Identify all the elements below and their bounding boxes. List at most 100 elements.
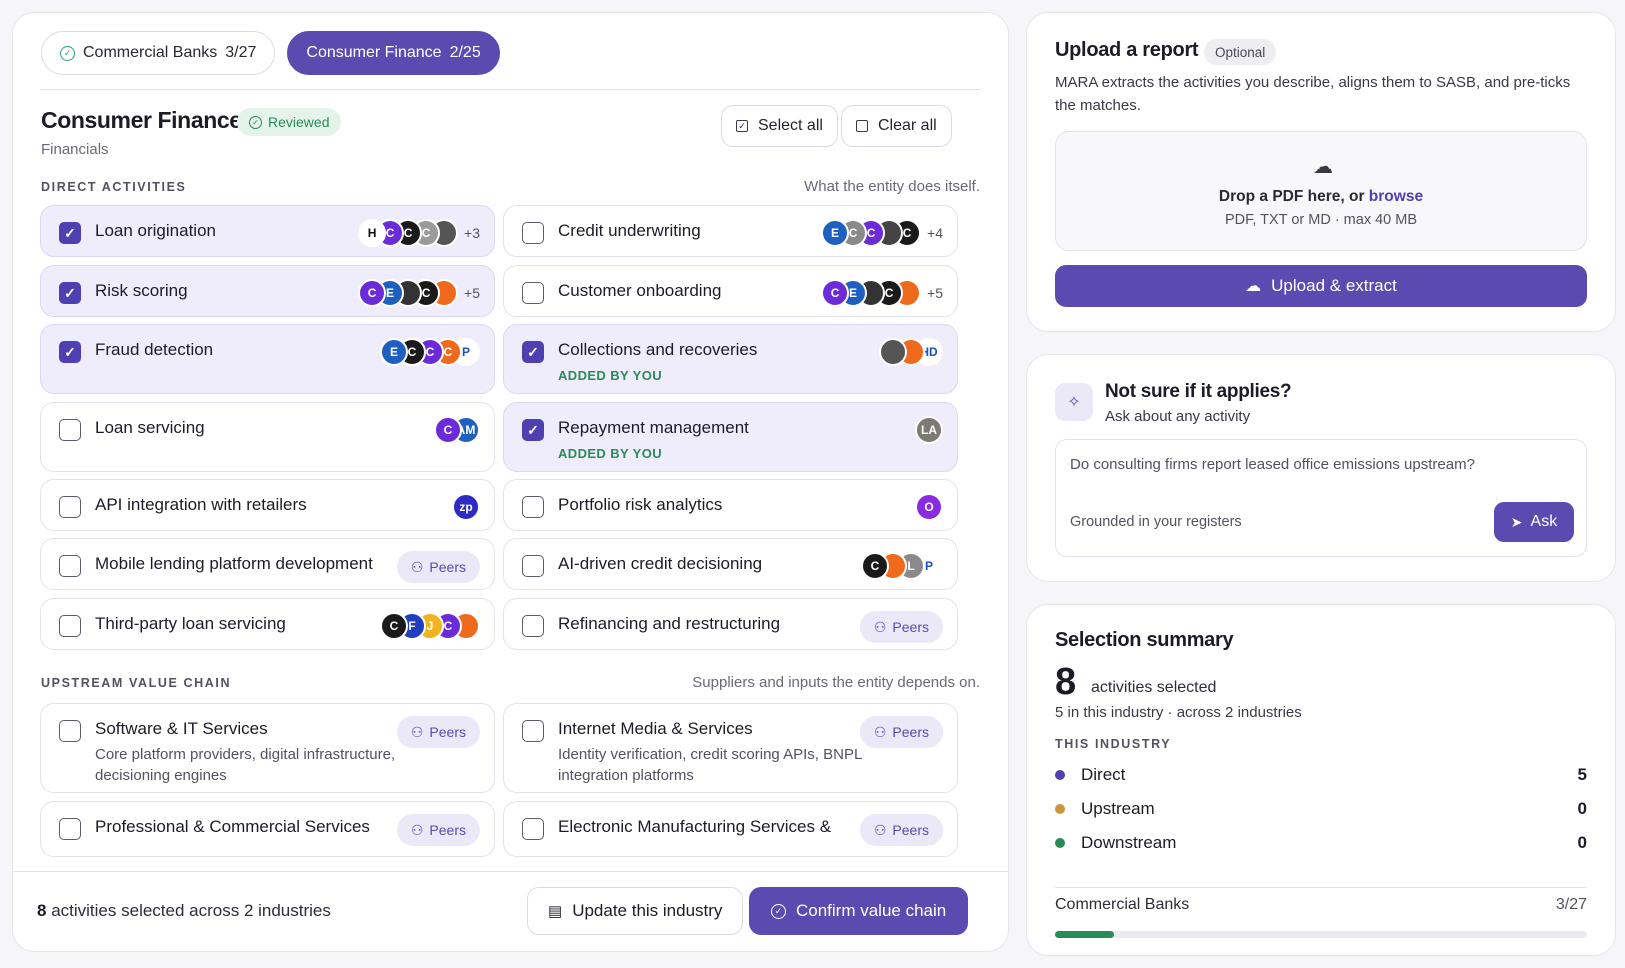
browse-link[interactable]: browse	[1369, 188, 1423, 205]
activity-checkbox[interactable]: ✓	[59, 555, 81, 577]
file-drop-zone[interactable]: ☁ Drop a PDF here, or browse PDF, TXT or…	[1055, 131, 1587, 251]
activity-card[interactable]: ✓ Credit underwriting ECCC+4	[503, 205, 958, 257]
update-label: Update this industry	[572, 901, 723, 920]
activity-card[interactable]: ✓ Loan origination H C C C +3	[40, 205, 495, 257]
more-count: +3	[464, 225, 480, 241]
activity-label: Collections and recoveries	[558, 340, 758, 359]
activity-card[interactable]: ✓ Third-party loan servicing CFJC	[40, 598, 495, 650]
value-chain-card[interactable]: ✓ Professional & Commercial Services ⚇ Peer…	[40, 801, 495, 857]
summary-row-value: 0	[1577, 833, 1587, 852]
activity-card[interactable]: ✓ Repayment management ADDED BY YOU LA	[503, 402, 958, 472]
activity-checkbox[interactable]: ✓	[522, 419, 544, 441]
activity-checkbox[interactable]: ✓	[522, 818, 544, 840]
peers-badge[interactable]: ⚇ Peers	[396, 716, 480, 748]
company-logo-icon: zp	[452, 493, 480, 521]
activity-checkbox[interactable]: ✓	[59, 615, 81, 637]
tab-consumer-finance[interactable]: Consumer Finance 2/25	[287, 31, 500, 75]
peers-badge[interactable]: ⚇ Peers	[859, 611, 943, 643]
activity-checkbox[interactable]: ✓	[522, 222, 544, 244]
section-note: Suppliers and inputs the entity depends …	[692, 674, 980, 691]
section-note: What the entity does itself.	[804, 178, 980, 195]
activity-checkbox[interactable]: ✓	[59, 222, 81, 244]
peers-badge[interactable]: ⚇ Peers	[859, 814, 943, 846]
activity-checkbox[interactable]: ✓	[522, 341, 544, 363]
confirm-value-chain-button[interactable]: ✓ Confirm value chain	[749, 887, 969, 935]
file-formats: PDF, TXT or MD · max 40 MB	[1224, 212, 1418, 228]
value-chain-card[interactable]: ✓ Software & IT Services Core platform pro…	[40, 703, 495, 793]
activity-checkbox[interactable]: ✓	[522, 496, 544, 518]
company-logo-icon: E	[821, 219, 850, 247]
peers-badge[interactable]: ⚇ Peers	[396, 814, 480, 846]
company-logo-icon: H	[358, 219, 387, 247]
section-heading: UPSTREAM VALUE CHAIN	[41, 676, 232, 690]
activity-checkbox[interactable]: ✓	[59, 720, 81, 742]
selection-footer: 8 activities selected across 2 industrie…	[13, 871, 1008, 951]
tab-label: Consumer Finance	[306, 44, 442, 61]
update-industry-button[interactable]: ▤ Update this industry	[527, 887, 744, 935]
upload-title: Upload a report	[1055, 39, 1199, 61]
grounded-note: Grounded in your registers	[1070, 514, 1242, 530]
activity-card[interactable]: ✓ AI-driven credit decisioning CLP	[503, 538, 958, 590]
activity-card[interactable]: ✓ API integration with retailers zp	[40, 479, 495, 531]
peers-badge[interactable]: ⚇ Peers	[396, 551, 480, 583]
clear-all-button[interactable]: Clear all	[841, 105, 952, 147]
activity-checkbox[interactable]: ✓	[59, 818, 81, 840]
activities-panel: ✓ Commercial Banks 3/27 Consumer Finance…	[12, 12, 1009, 952]
activity-checkbox[interactable]: ✓	[522, 282, 544, 304]
activity-card[interactable]: ✓ Mobile lending platform development ⚇ Pee…	[40, 538, 495, 590]
activity-card[interactable]: ✓ Refinancing and restructuring ⚇ Peers	[503, 598, 958, 650]
summary-detail: 5 in this industry · across 2 industries	[1055, 704, 1302, 721]
ask-button[interactable]: ➤ Ask	[1494, 502, 1574, 542]
activity-label: Customer onboarding	[558, 281, 722, 300]
company-logo-icon: C	[861, 552, 889, 580]
ask-subtitle: Ask about any activity	[1105, 408, 1251, 425]
activity-card[interactable]: ✓ Loan servicing CAM	[40, 402, 495, 472]
tab-commercial-banks[interactable]: ✓ Commercial Banks 3/27	[41, 31, 276, 75]
peers-label: Peers	[892, 619, 929, 635]
company-logos: LA	[915, 416, 943, 444]
footer-count: 8	[37, 901, 47, 920]
activity-label: Loan servicing	[95, 418, 205, 437]
peers-label: Peers	[429, 724, 466, 740]
checkbox-empty-icon	[856, 120, 868, 132]
tab-count: 3/27	[225, 44, 257, 61]
summary-row-label: Downstream	[1081, 833, 1177, 852]
divider	[1055, 887, 1587, 888]
activity-card[interactable]: ✓ Portfolio risk analytics O	[503, 479, 958, 531]
activity-checkbox[interactable]: ✓	[59, 496, 81, 518]
activity-checkbox[interactable]: ✓	[59, 419, 81, 441]
company-logo-icon	[879, 338, 907, 366]
optional-badge: Optional	[1204, 39, 1277, 65]
peers-label: Peers	[892, 724, 929, 740]
activity-label: Third-party loan servicing	[95, 614, 286, 633]
people-icon: ⚇	[410, 723, 424, 740]
activity-checkbox[interactable]: ✓	[522, 720, 544, 742]
clear-all-label: Clear all	[878, 117, 937, 134]
industry-label: Internet Media & Services	[558, 719, 753, 738]
industry-progress-bar	[1055, 931, 1587, 938]
ask-panel: ✧ Not sure if it applies? Ask about any …	[1026, 354, 1616, 582]
select-all-button[interactable]: ✓ Select all	[721, 105, 838, 147]
peers-badge[interactable]: ⚇ Peers	[859, 716, 943, 748]
company-logo-icon: C	[434, 416, 462, 444]
value-chain-card[interactable]: ✓ Electronic Manufacturing Services & ⚇ Pee…	[503, 801, 958, 857]
activity-card[interactable]: ✓ Collections and recoveries ADDED BY YOU H…	[503, 324, 958, 394]
company-logos: H C C C +3	[358, 219, 480, 247]
value-chain-card[interactable]: ✓ Internet Media & Services Identity verif…	[503, 703, 958, 793]
activity-card[interactable]: ✓ Fraud detection E C C C P	[40, 324, 495, 394]
activity-card[interactable]: ✓Customer onboardingCEC+5	[503, 265, 958, 317]
ask-input[interactable]: Do consulting firms report leased office…	[1070, 456, 1475, 473]
activity-card[interactable]: ✓ Risk scoring C E C +5	[40, 265, 495, 317]
summary-title: Selection summary	[1055, 629, 1234, 651]
upload-extract-button[interactable]: ☁ Upload & extract	[1055, 265, 1587, 307]
activity-checkbox[interactable]: ✓	[59, 341, 81, 363]
check-icon: ✓	[64, 284, 76, 301]
activity-checkbox[interactable]: ✓	[522, 615, 544, 637]
ask-title: Not sure if it applies?	[1105, 381, 1292, 402]
legend-dot	[1055, 804, 1065, 814]
activity-checkbox[interactable]: ✓	[522, 555, 544, 577]
people-icon: ⚇	[410, 821, 424, 838]
activity-checkbox[interactable]: ✓	[59, 282, 81, 304]
checkbox-checked-icon: ✓	[736, 120, 748, 132]
upload-button-label: Upload & extract	[1271, 276, 1397, 295]
